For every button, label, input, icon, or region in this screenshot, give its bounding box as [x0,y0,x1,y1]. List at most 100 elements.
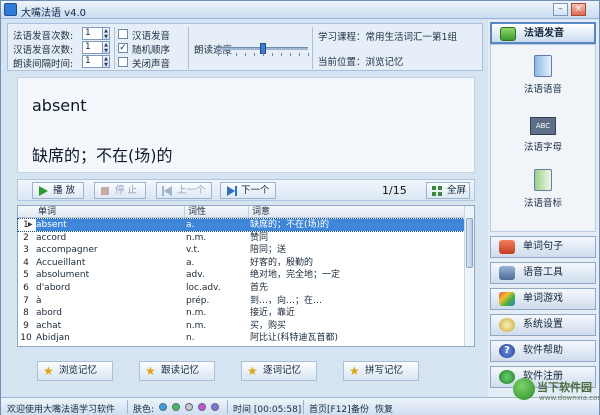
col-word[interactable]: 单词 [38,206,56,218]
sidebar-item-phonetics[interactable]: 法语语音 [491,55,595,95]
sidebar-word-game[interactable]: 单词游戏 [490,288,596,310]
row-pos: n.m. [186,320,207,331]
stop-button[interactable]: 停 止 [94,182,146,199]
fr-count-arrows[interactable]: ▲ ▼ [103,27,110,40]
table-row[interactable]: 4 Accueillant a. 好客的，殷勤的 [18,257,464,269]
cn-voice-checkbox[interactable] [118,29,128,39]
fr-count-spinner[interactable]: 1 [82,27,103,40]
gear-icon [499,318,515,332]
next-icon [227,186,237,196]
row-number: 8 [23,308,29,319]
random-order-checkbox[interactable]: ✓ [118,43,128,53]
skin-color-dot[interactable] [172,403,180,411]
list-scrollbar[interactable] [464,206,474,346]
status-bar: 欢迎使用大嘴法语学习软件 肤色: 时间 [00:05:58] 首页[F12] 备… [1,397,599,415]
col-pos[interactable]: 词性 [188,206,206,218]
watermark-text: 当下软件园 [537,381,592,394]
row-pos: v.t. [186,245,200,256]
slider-tick [290,53,291,56]
star-icon: ★ [349,364,360,378]
fullscreen-button[interactable]: 全屏 [426,182,470,199]
title-bar[interactable]: 大嘴法语 v4.0 – × [1,1,599,19]
skin-color-dot[interactable] [211,403,219,411]
cn-count-label: 汉语发音次数: [13,45,74,56]
row-meaning: 好客的，殷勤的 [250,257,314,268]
next-button[interactable]: 下一个 [220,182,276,199]
restore-button[interactable]: 恢复 [375,402,393,415]
interval-arrows[interactable]: ▲ ▼ [103,55,110,68]
row-word: à [36,295,42,306]
scrollbar-thumb[interactable] [466,218,473,268]
table-row[interactable]: 9 achat n.m. 买，购买 [18,320,464,332]
sidebar-submenu: 法语语音 ABC 法语字母 法语音标 [490,44,596,232]
table-row[interactable]: 8 abord n.m. 接近，靠近 [18,307,464,319]
table-row[interactable]: 1 absent a. 缺席的；不在(场)的 ▶ [17,217,465,233]
row-number: 10 [20,333,32,344]
home-button[interactable]: 首页[F12] [309,402,351,415]
backup-button[interactable]: 备份 [351,402,369,415]
sidebar-french-pronunciation[interactable]: 法语发音 [490,22,596,44]
course-text: 学习课程：常用生活词汇一第1组 [318,32,458,43]
sidebar-system-settings[interactable]: 系统设置 [490,314,596,336]
prev-button[interactable]: 上一个 [156,182,212,199]
prev-icon [162,186,172,196]
star-icon: ★ [43,364,54,378]
sidebar-voice-tools[interactable]: 语音工具 [490,262,596,284]
row-number: 3 [23,245,29,256]
slider-tick [254,53,255,56]
row-word: Accueillant [36,257,86,268]
row-number: 9 [23,320,29,331]
help-icon: ? [499,344,515,358]
slider-tick [299,53,300,56]
books-icon [499,240,515,254]
star-icon: ★ [145,364,156,378]
interval-spinner[interactable]: 1 [82,55,103,68]
sidebar-word-sentence[interactable]: 单词句子 [490,236,596,258]
notebook-icon [534,169,552,191]
slider-tick [218,53,219,56]
cn-voice-label: 汉语发音 [132,31,171,42]
table-row[interactable]: 6 d'abord loc.adv. 首先 [18,282,464,294]
row-word: Abidjan [36,333,70,344]
table-row[interactable]: 7 à prép. 到…，向…；在… [18,295,464,307]
col-meaning[interactable]: 词意 [252,206,270,218]
sidebar-help[interactable]: ? 软件帮助 [490,340,596,362]
fr-count-label: 法语发音次数: [13,31,74,42]
word-list[interactable]: 单词 词性 词意 1 absent a. 缺席的；不在(场)的 ▶ 2 accord n.m.… [17,205,475,347]
row-meaning: 接近，靠近 [250,308,296,319]
divider [114,27,115,69]
browse-memory-button[interactable]: ★ 浏览记忆 [37,361,113,381]
cn-count-arrows[interactable]: ▲ ▼ [103,41,110,54]
play-icon [39,186,48,196]
watermark-logo-icon [513,378,535,400]
table-row[interactable]: 5 absolument adv. 绝对地，完全地；一定 [18,269,464,281]
playback-toolbar: 播 放 停 止 上一个 下一个 1/15 全屏 [17,179,475,201]
slider-tick [227,53,228,56]
word-counter: 1/15 [382,184,407,197]
follow-memory-button[interactable]: ★ 跟读记忆 [139,361,215,381]
skin-color-dot[interactable] [159,403,167,411]
spell-memory-button[interactable]: ★ 拼写记忆 [343,361,419,381]
table-row[interactable]: 2 accord n.m. 赞同 [18,232,464,244]
time-display: 时间 [00:05:58] [233,405,302,415]
sidebar-item-alphabet[interactable]: ABC 法语字母 [491,117,595,153]
mute-checkbox[interactable] [118,57,128,67]
cn-count-spinner[interactable]: 1 [82,41,103,54]
skin-label: 肤色: [133,405,155,415]
skin-color-dot[interactable] [185,403,193,411]
settings-panel: 法语发音次数: 1 ▲ ▼ 汉语发音次数: 1 ▲ ▼ 朗读间隔时间: 1 ▲ ▼ 汉… [7,23,483,71]
table-row[interactable]: 10 Abidjan n. 阿比让(科特迪瓦首都) [18,332,464,344]
slider-tick [263,53,264,56]
row-meaning: 买，购买 [250,320,287,331]
notebook-icon [534,55,552,77]
minimize-button[interactable]: – [553,3,568,16]
row-meaning: 缺席的；不在(场)的 [250,219,464,231]
table-row[interactable]: 3 accompagner v.t. 陪同；送 [18,244,464,256]
play-button[interactable]: 播 放 [32,182,84,199]
sidebar-item-phonetic-symbols[interactable]: 法语音标 [491,169,595,209]
slider-tick [281,53,282,56]
close-button[interactable]: × [571,3,586,16]
mute-label: 关闭声音 [132,59,171,70]
skin-color-dot[interactable] [198,403,206,411]
word-memory-button[interactable]: ★ 逐词记忆 [241,361,317,381]
